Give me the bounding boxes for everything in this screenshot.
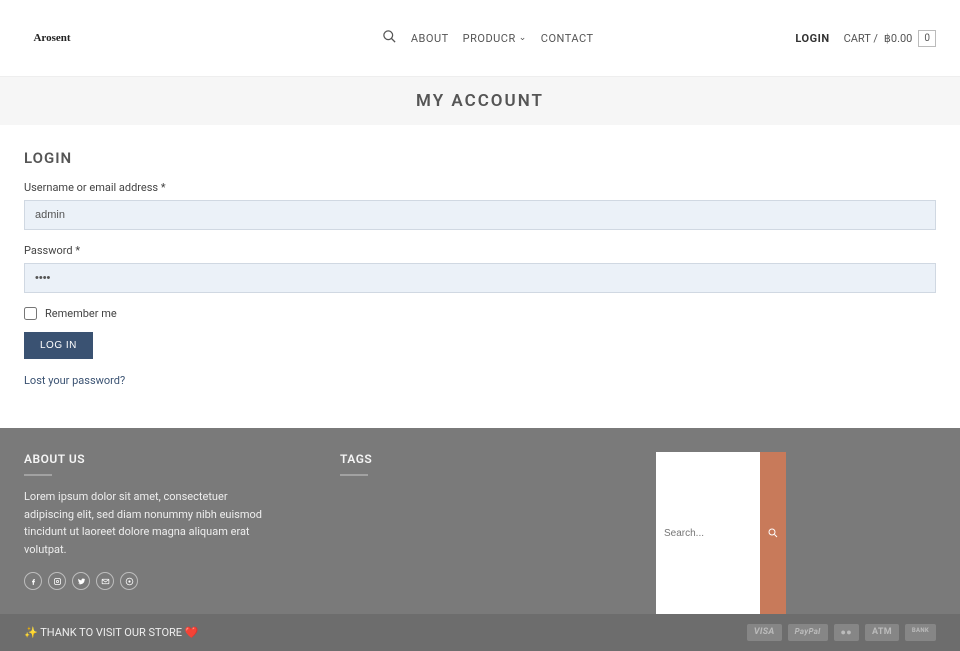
password-input[interactable] (24, 263, 936, 293)
remember-checkbox[interactable] (24, 307, 37, 320)
footer-about-col: ABOUT US Lorem ipsum dolor sit amet, con… (24, 452, 300, 614)
search-input[interactable] (656, 452, 760, 614)
cart-count: 0 (918, 30, 936, 47)
header: Arosent ABOUT PRODUCR ⌄ CONTACT LOGIN CA… (0, 0, 960, 77)
search-box (656, 452, 786, 614)
payment-visa-icon: VISA (747, 624, 782, 641)
username-input[interactable] (24, 200, 936, 230)
remember-row: Remember me (24, 307, 936, 320)
footer-tags-col: TAGS (340, 452, 616, 614)
page-title: MY ACCOUNT (0, 91, 960, 111)
login-heading: LOGIN (24, 149, 936, 167)
payment-mastercard-icon: ●● (834, 624, 859, 641)
nav-right: LOGIN CART / ฿0.00 0 (795, 30, 936, 47)
payment-paypal-icon: PayPal (788, 624, 828, 641)
nav-about[interactable]: ABOUT (411, 32, 449, 45)
email-icon[interactable] (96, 572, 114, 590)
tags-heading: TAGS (340, 452, 616, 466)
about-text: Lorem ipsum dolor sit amet, consectetuer… (24, 488, 264, 558)
chevron-down-icon: ⌄ (519, 33, 527, 43)
thank-text: ✨ THANK TO VISIT OUR STORE ❤️ (24, 626, 198, 639)
divider (24, 474, 52, 476)
payment-bank-icon: BANK (905, 624, 936, 641)
login-link[interactable]: LOGIN (795, 32, 829, 45)
logo[interactable]: Arosent (24, 12, 80, 64)
payment-badges: VISA PayPal ●● ATM BANK (747, 624, 936, 641)
footer: ABOUT US Lorem ipsum dolor sit amet, con… (0, 428, 960, 651)
main-nav: ABOUT PRODUCR ⌄ CONTACT (382, 29, 594, 48)
nav-contact[interactable]: CONTACT (541, 32, 594, 45)
main-content: LOGIN Username or email address * Passwo… (0, 125, 960, 428)
footer-bottom: ✨ THANK TO VISIT OUR STORE ❤️ VISA PayPa… (0, 614, 960, 651)
nav-producr[interactable]: PRODUCR ⌄ (463, 32, 527, 45)
page-title-bar: MY ACCOUNT (0, 77, 960, 125)
cart-amount: ฿0.00 (884, 32, 912, 45)
pinterest-icon[interactable] (120, 572, 138, 590)
footer-search-col (656, 452, 936, 614)
search-button[interactable] (760, 452, 786, 614)
payment-atm-icon: ATM (865, 624, 899, 641)
social-row (24, 572, 300, 590)
cart-link[interactable]: CART / ฿0.00 0 (844, 30, 936, 47)
twitter-icon[interactable] (72, 572, 90, 590)
cart-label: CART / (844, 32, 878, 45)
lost-password-link[interactable]: Lost your password? (24, 374, 125, 387)
about-heading: ABOUT US (24, 452, 300, 466)
logo-text: Arosent (33, 32, 70, 44)
username-label: Username or email address * (24, 181, 936, 194)
instagram-icon[interactable] (48, 572, 66, 590)
facebook-icon[interactable] (24, 572, 42, 590)
search-icon[interactable] (382, 29, 397, 48)
remember-label: Remember me (45, 307, 117, 320)
divider (340, 474, 368, 476)
login-button[interactable]: LOG IN (24, 332, 93, 359)
password-label: Password * (24, 244, 936, 257)
